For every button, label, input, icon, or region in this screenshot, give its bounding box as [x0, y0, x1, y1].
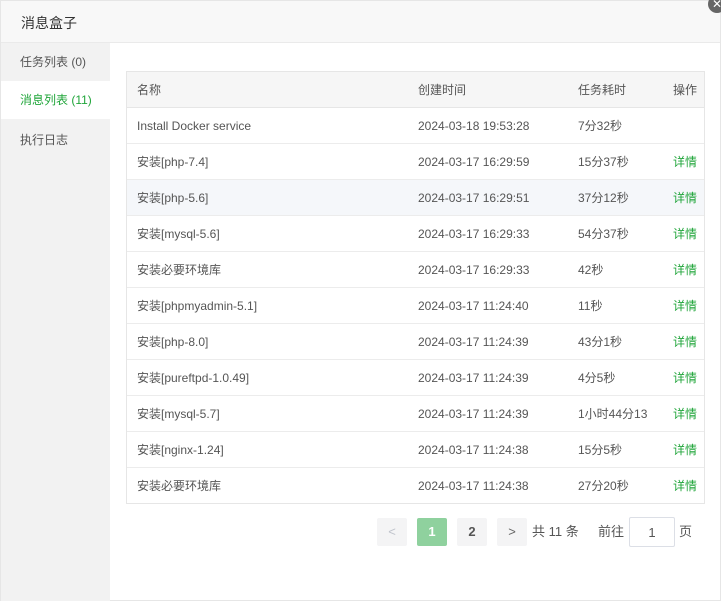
detail-link [673, 108, 704, 144]
cell-name: Install Docker service [137, 119, 252, 133]
chevron-left-icon: < [388, 524, 396, 539]
next-page-button[interactable]: > [497, 518, 527, 546]
page-2-button[interactable]: 2 [457, 518, 487, 546]
detail-link[interactable]: 详情 [673, 468, 704, 503]
dialog-header: 消息盒子 [1, 1, 720, 43]
goto-label: 前往 [598, 524, 625, 539]
cell-name: 安装必要环境库 [137, 263, 222, 277]
total-count: 共 11 条 [532, 524, 579, 539]
table-row: 安装[php-8.0] 2024-03-17 11:24:39 43分1秒 详情 [127, 324, 704, 360]
cell-name: 安装[mysql-5.6] [137, 227, 220, 241]
goto-page-input[interactable] [629, 517, 675, 547]
column-header-created-time: 创建时间 [418, 83, 467, 97]
detail-link[interactable]: 详情 [673, 144, 704, 180]
cell-name: 安装[mysql-5.7] [137, 407, 220, 421]
cell-created-time: 2024-03-17 16:29:51 [418, 191, 530, 205]
cell-duration: 43分1秒 [578, 335, 623, 349]
page-unit-label: 页 [679, 524, 693, 539]
cell-created-time: 2024-03-17 11:24:39 [418, 371, 529, 385]
cell-name: 安装[nginx-1.24] [137, 443, 224, 457]
cell-created-time: 2024-03-17 16:29:59 [418, 155, 530, 169]
prev-page-button[interactable]: < [377, 518, 407, 546]
table-row: 安装[pureftpd-1.0.49] 2024-03-17 11:24:39 4分… [127, 360, 704, 396]
close-icon: ✕ [712, 0, 721, 11]
sidebar-item-label: 任务列表 (0) [20, 55, 87, 69]
sidebar-item-label: 消息列表 (11) [20, 93, 92, 107]
table-row: 安装[php-5.6] 2024-03-17 16:29:51 37分12秒 详情 [127, 180, 704, 216]
cell-duration: 27分20秒 [578, 479, 629, 493]
cell-created-time: 2024-03-17 11:24:40 [418, 299, 529, 313]
cell-duration: 15分5秒 [578, 443, 623, 457]
page-1-button[interactable]: 1 [417, 518, 447, 546]
cell-duration: 37分12秒 [578, 191, 629, 205]
cell-created-time: 2024-03-17 16:29:33 [418, 263, 530, 277]
message-table: 名称 创建时间 任务耗时 操作 Install Docker service 20… [126, 71, 705, 504]
detail-link[interactable]: 详情 [673, 432, 704, 468]
cell-duration: 1小时44分13 [578, 407, 648, 421]
cell-created-time: 2024-03-17 11:24:39 [418, 335, 529, 349]
cell-duration: 42秒 [578, 263, 604, 277]
column-header-duration: 任务耗时 [578, 83, 627, 97]
detail-link[interactable]: 详情 [673, 180, 704, 216]
sidebar-item-execution-log[interactable]: 执行日志 [1, 121, 110, 159]
table-row: 安装必要环境库 2024-03-17 16:29:33 42秒 详情 [127, 252, 704, 288]
cell-duration: 7分32秒 [578, 119, 623, 133]
table-row: 安装[php-7.4] 2024-03-17 16:29:59 15分37秒 详情 [127, 144, 704, 180]
detail-link[interactable]: 详情 [673, 324, 704, 360]
sidebar-item-message-list[interactable]: 消息列表 (11) [1, 81, 110, 119]
table-row: 安装[mysql-5.7] 2024-03-17 11:24:39 1小时44分13… [127, 396, 704, 432]
detail-link[interactable]: 详情 [673, 396, 704, 432]
cell-name: 安装必要环境库 [137, 479, 222, 493]
detail-link[interactable]: 详情 [673, 216, 704, 252]
table-row: 安装[phpmyadmin-5.1] 2024-03-17 11:24:40 11秒… [127, 288, 704, 324]
cell-name: 安装[php-7.4] [137, 155, 209, 169]
cell-name: 安装[pureftpd-1.0.49] [137, 371, 250, 385]
cell-created-time: 2024-03-17 11:24:39 [418, 407, 529, 421]
table-row: 安装[nginx-1.24] 2024-03-17 11:24:38 15分5秒 详情 [127, 432, 704, 468]
cell-created-time: 2024-03-17 11:24:38 [418, 443, 529, 457]
table-row: Install Docker service 2024-03-18 19:53:2… [127, 108, 704, 144]
cell-duration: 54分37秒 [578, 227, 629, 241]
sidebar: 任务列表 (0) 消息列表 (11) 执行日志 [1, 43, 110, 601]
cell-created-time: 2024-03-17 11:24:38 [418, 479, 529, 493]
table-header: 名称 创建时间 任务耗时 操作 [127, 72, 704, 108]
message-box-dialog: 消息盒子 ✕ 任务列表 (0) 消息列表 (11) 执行日志 名称 创建时间 任… [0, 0, 721, 601]
chevron-right-icon: > [508, 524, 516, 539]
table-row: 安装必要环境库 2024-03-17 11:24:38 27分20秒 详情 [127, 468, 704, 503]
cell-duration: 15分37秒 [578, 155, 629, 169]
detail-link[interactable]: 详情 [673, 252, 704, 288]
cell-duration: 4分5秒 [578, 371, 616, 385]
column-header-action: 操作 [673, 83, 698, 97]
sidebar-item-task-list[interactable]: 任务列表 (0) [1, 43, 110, 81]
cell-created-time: 2024-03-17 16:29:33 [418, 227, 530, 241]
column-header-name: 名称 [137, 83, 162, 97]
sidebar-item-label: 执行日志 [20, 133, 69, 147]
detail-link[interactable]: 详情 [673, 288, 704, 324]
cell-created-time: 2024-03-18 19:53:28 [418, 119, 530, 133]
cell-name: 安装[php-5.6] [137, 191, 209, 205]
table-row: 安装[mysql-5.6] 2024-03-17 16:29:33 54分37秒 详情 [127, 216, 704, 252]
cell-name: 安装[php-8.0] [137, 335, 209, 349]
cell-duration: 11秒 [578, 299, 603, 313]
cell-name: 安装[phpmyadmin-5.1] [137, 299, 258, 313]
dialog-title: 消息盒子 [21, 15, 77, 31]
detail-link[interactable]: 详情 [673, 360, 704, 396]
